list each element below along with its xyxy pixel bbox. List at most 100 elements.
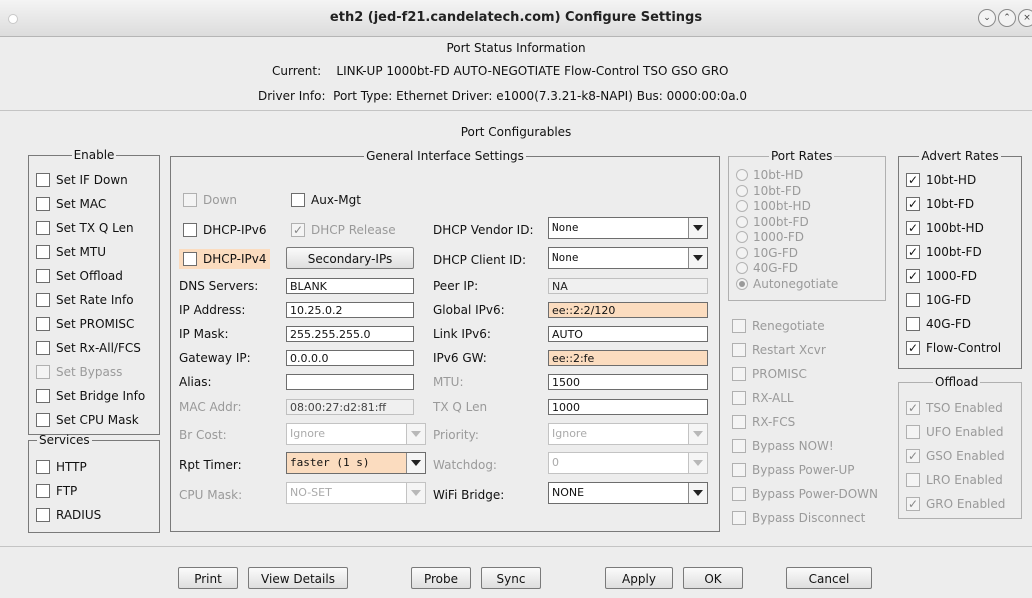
close-button[interactable]: × [1018,9,1032,27]
port-rate-10bt-hd-radio[interactable]: 10bt-HD [736,168,803,182]
rx-fcs-checkbox[interactable]: RX-FCS [732,415,795,429]
tso-enabled-label: TSO Enabled [926,401,1003,415]
br-cost-select[interactable]: Ignore [286,423,426,445]
advert-10bt-fd-checkbox[interactable]: ✓ 10bt-FD [906,197,974,211]
dns-label: DNS Servers: [179,279,259,293]
alias-label: Alias: [179,375,212,389]
link-ipv6-input[interactable]: AUTO [548,326,708,342]
probe-button[interactable]: Probe [411,567,471,589]
rx-all-checkbox[interactable]: RX-ALL [732,391,794,405]
port-rates-title: Port Rates [771,149,833,163]
peer-ip-input: NA [548,278,708,294]
driver-info: Driver Info: Port Type: Ethernet Driver:… [258,89,747,103]
enable-set-promisc-checkbox[interactable]: Set PROMISC [36,317,134,331]
port-rate-10bt-fd-radio[interactable]: 10bt-FD [736,184,801,198]
port-rate-40g-fd-radio[interactable]: 40G-FD [736,261,798,275]
minimize-button[interactable]: ⌄ [978,9,996,27]
lro-enabled-checkbox[interactable]: LRO Enabled [906,473,1003,487]
port-rate-autonegotiate-radio[interactable]: Autonegotiate [736,277,838,291]
tso-enabled-checkbox[interactable]: ✓ TSO Enabled [906,401,1003,415]
advert-100bt-hd-checkbox[interactable]: ✓ 100bt-HD [906,221,984,235]
dhcp-ipv4-box [183,252,197,266]
secondary-ips-button[interactable]: Secondary-IPs [286,247,414,269]
ipv6-gw-input[interactable]: ee::2:fe [548,350,708,366]
service-ftp-checkbox[interactable]: FTP [36,484,77,498]
dropdown-arrow-icon [688,424,707,444]
rpt-timer-select[interactable]: faster (1 s) [286,452,426,474]
renegotiate-checkbox[interactable]: Renegotiate [732,319,825,333]
dhcp-vendor-select[interactable]: None [548,217,708,239]
advert-10g-fd-checkbox[interactable]: 10G-FD [906,293,971,307]
port-rate-100bt-fd-radio[interactable]: 100bt-FD [736,215,809,229]
port-rate-label: 10bt-HD [753,168,804,182]
bypass-power-down-checkbox[interactable]: Bypass Power-DOWN [732,487,878,501]
dhcp-release-checkbox[interactable]: ✓ DHCP Release [291,223,396,237]
global-ipv6-input[interactable]: ee::2:2/120 [548,302,708,318]
dhcp-client-select[interactable]: None [548,247,708,269]
advert-40g-fd-checkbox[interactable]: 40G-FD [906,317,971,331]
alias-input[interactable] [286,374,414,390]
ufo-enabled-checkbox[interactable]: UFO Enabled [906,425,1003,439]
enable-set-tx-q-len-checkbox[interactable]: Set TX Q Len [36,221,134,235]
port-rate-1000-fd-radio[interactable]: 1000-FD [736,230,804,244]
status-divider [0,110,1032,111]
enable-set-mac-checkbox[interactable]: Set MAC [36,197,106,211]
gateway-input[interactable]: 0.0.0.0 [286,350,414,366]
ok-button[interactable]: OK [683,567,743,589]
enable-set-offload-checkbox[interactable]: Set Offload [36,269,123,283]
service-http-label: HTTP [56,460,87,474]
maximize-button[interactable]: ⌃ [998,9,1016,27]
aux-mgt-checkbox[interactable]: Aux-Mgt [291,193,361,207]
checkbox-box [732,367,746,381]
watchdog-select[interactable]: 0 [548,452,708,474]
print-button[interactable]: Print [178,567,238,589]
view-details-button[interactable]: View Details [248,567,348,589]
service-http-checkbox[interactable]: HTTP [36,460,87,474]
check-icon: ✓ [906,221,920,235]
enable-set-bridge-info-checkbox[interactable]: Set Bridge Info [36,389,145,403]
mtu-input[interactable]: 1500 [548,374,708,390]
enable-set-bypass-checkbox[interactable]: Set Bypass [36,365,122,379]
enable-set-if-down-checkbox[interactable]: Set IF Down [36,173,128,187]
advert-100bt-fd-label: 100bt-FD [926,245,982,259]
enable-set-rate-info-checkbox[interactable]: Set Rate Info [36,293,134,307]
bypass-disconnect-checkbox[interactable]: Bypass Disconnect [732,511,865,525]
priority-select[interactable]: Ignore [548,423,708,445]
promisc-checkbox[interactable]: PROMISC [732,367,807,381]
port-rate-10g-fd-radio[interactable]: 10G-FD [736,246,798,260]
dhcp-ipv4-checkbox[interactable]: DHCP-IPv4 [179,249,271,269]
wifi-bridge-select[interactable]: NONE [548,482,708,504]
port-status-title: Port Status Information [446,41,586,55]
renegotiate-label: Renegotiate [752,319,825,333]
dns-input[interactable]: BLANK [286,278,414,294]
enable-set-rx-all-fcs-checkbox[interactable]: Set Rx-All/FCS [36,341,141,355]
tx-q-len-input[interactable]: 1000 [548,399,708,415]
advert-100bt-fd-checkbox[interactable]: ✓ 100bt-FD [906,245,982,259]
cpu-mask-select[interactable]: NO-SET [286,482,426,504]
bypass-now-checkbox[interactable]: Bypass NOW! [732,439,834,453]
gso-enabled-checkbox[interactable]: ✓ GSO Enabled [906,449,1005,463]
advert-1000-fd-checkbox[interactable]: ✓ 1000-FD [906,269,977,283]
advert-10bt-hd-checkbox[interactable]: ✓ 10bt-HD [906,173,976,187]
enable-set-mtu-checkbox[interactable]: Set MTU [36,245,106,259]
watchdog-label: Watchdog: [433,458,497,472]
enable-set-mac-label: Set MAC [56,197,107,211]
restart-xcvr-checkbox[interactable]: Restart Xcvr [732,343,826,357]
dhcp-ipv6-checkbox[interactable]: DHCP-IPv6 [183,223,266,237]
watchdog-value: 0 [552,456,559,469]
rx-all-label: RX-ALL [752,391,794,405]
sync-button[interactable]: Sync [481,567,541,589]
advert-flow-control-checkbox[interactable]: ✓ Flow-Control [906,341,1001,355]
enable-set-cpu-mask-checkbox[interactable]: Set CPU Mask [36,413,139,427]
apply-button[interactable]: Apply [605,567,673,589]
down-checkbox[interactable]: Down [183,193,237,207]
cancel-button[interactable]: Cancel [786,567,872,589]
radio-icon [736,200,748,212]
mask-input[interactable]: 255.255.255.0 [286,326,414,342]
bypass-power-up-checkbox[interactable]: Bypass Power-UP [732,463,855,477]
service-radius-checkbox[interactable]: RADIUS [36,508,101,522]
priority-value: Ignore [552,427,587,440]
ip-input[interactable]: 10.25.0.2 [286,302,414,318]
gro-enabled-checkbox[interactable]: ✓ GRO Enabled [906,497,1005,511]
port-rate-100bt-hd-radio[interactable]: 100bt-HD [736,199,811,213]
